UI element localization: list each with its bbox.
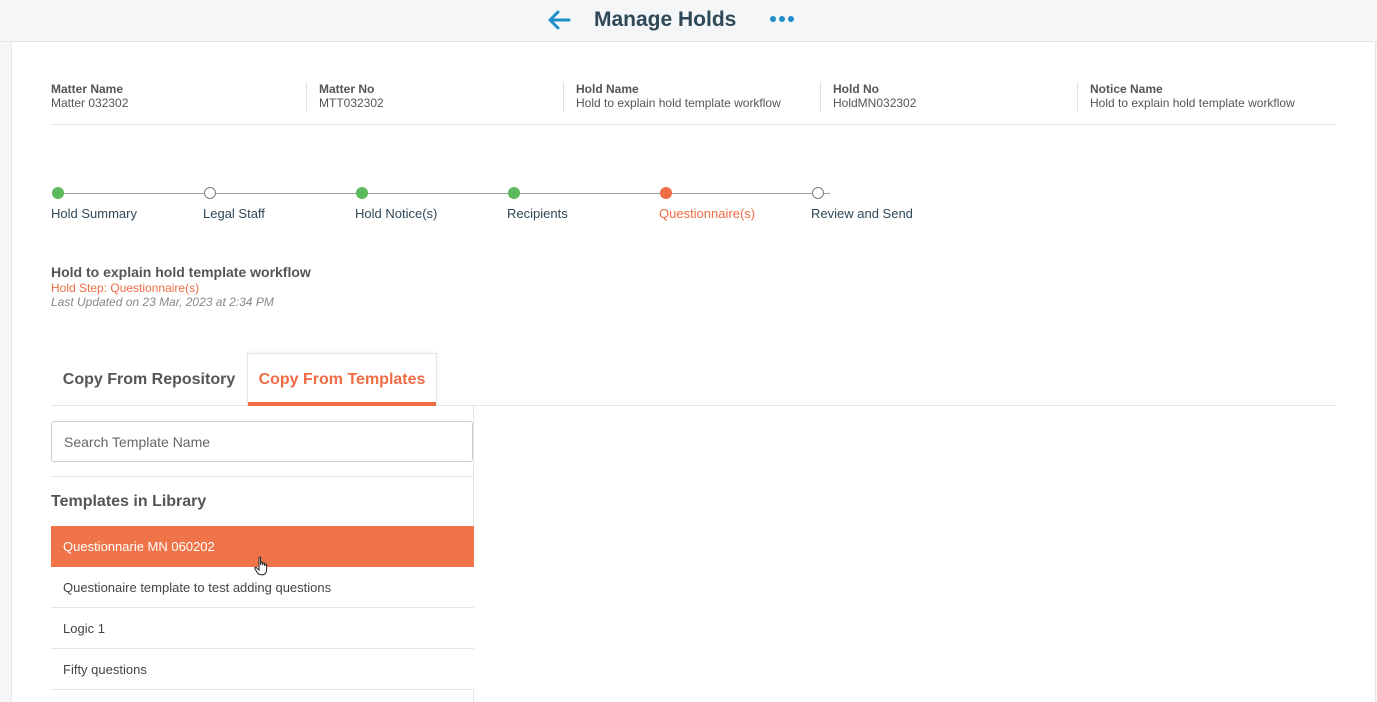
hold-step-status: Hold Step: Questionnaire(s) (51, 281, 200, 295)
last-updated: Last Updated on 23 Mar, 2023 at 2:34 PM (51, 295, 274, 309)
list-item[interactable]: Fifty questions (51, 649, 474, 690)
page-title: Manage Holds (594, 8, 737, 31)
templates-panel: Templates in Library Questionnarie MN 06… (51, 406, 474, 702)
info-hold-no: Hold No HoldMN032302 (833, 82, 917, 110)
hold-info-row: Matter Name Matter 032302 Matter No MTT0… (51, 82, 1335, 125)
stepper-line (58, 193, 830, 194)
divider (51, 476, 474, 477)
step-done-dot (356, 187, 368, 199)
step-pending-dot (204, 187, 216, 199)
step-pending-dot (812, 187, 824, 199)
tab-copy-from-templates[interactable]: Copy From Templates (247, 353, 437, 406)
divider (820, 82, 821, 112)
tab-label: Copy From Templates (258, 371, 426, 388)
search-template-input[interactable] (51, 421, 473, 462)
info-matter-name: Matter Name Matter 032302 (51, 82, 129, 110)
list-item[interactable]: Logic 1 (51, 608, 474, 649)
ellipsis-icon[interactable] (768, 9, 796, 29)
workflow-stepper: Hold Summary Legal Staff Hold Notice(s) … (51, 186, 951, 226)
step-active-dot (660, 187, 672, 199)
divider (1077, 82, 1078, 112)
templates-library-heading: Templates in Library (51, 493, 207, 510)
step-done-dot (508, 187, 520, 199)
hand-cursor-icon (254, 556, 268, 576)
info-notice-name: Notice Name Hold to explain hold templat… (1090, 82, 1295, 110)
info-matter-no: Matter No MTT032302 (319, 82, 384, 110)
tab-copy-from-repository[interactable]: Copy From Repository (51, 353, 247, 406)
step-done-dot (52, 187, 64, 199)
divider (563, 82, 564, 112)
divider (306, 82, 307, 112)
info-hold-name: Hold Name Hold to explain hold template … (576, 82, 781, 110)
arrow-left-icon[interactable] (545, 6, 573, 34)
hold-title: Hold to explain hold template workflow (51, 264, 311, 280)
top-bar: Manage Holds (0, 0, 1377, 42)
main-card: Matter Name Matter 032302 Matter No MTT0… (11, 42, 1376, 702)
copy-tabs: Copy From Repository Copy From Templates (51, 353, 1335, 406)
templates-list: Questionnarie MN 060202 Questionaire tem… (51, 526, 474, 690)
